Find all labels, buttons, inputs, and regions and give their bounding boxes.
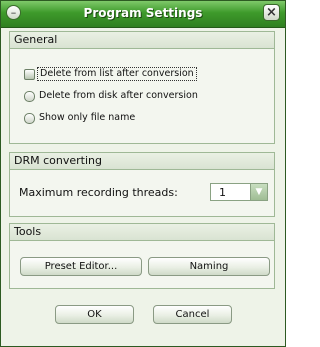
general-group: General Delete from list after conversio… xyxy=(9,31,275,144)
radio-delete-from-list[interactable] xyxy=(24,69,35,80)
threads-value: 1 xyxy=(219,186,226,199)
program-settings-window: – Program Settings × General Delete from… xyxy=(0,0,286,347)
close-icon[interactable]: × xyxy=(263,4,280,21)
option-label: Show only file name xyxy=(39,112,136,123)
general-group-title: General xyxy=(10,32,274,49)
ok-button[interactable]: OK xyxy=(55,305,134,324)
option-label: Delete from disk after conversion xyxy=(39,90,198,101)
radio-show-only-file-name[interactable] xyxy=(24,113,35,124)
radio-delete-from-disk[interactable] xyxy=(24,91,35,102)
naming-button[interactable]: Naming xyxy=(148,257,270,276)
drm-group-title: DRM converting xyxy=(10,153,274,170)
threads-label: Maximum recording threads: xyxy=(19,186,178,199)
preset-editor-button[interactable]: Preset Editor... xyxy=(20,257,142,276)
title-bar[interactable]: – Program Settings × xyxy=(1,1,285,28)
chevron-down-icon[interactable]: ▼ xyxy=(250,184,267,200)
cancel-button[interactable]: Cancel xyxy=(153,305,232,324)
window-title: Program Settings xyxy=(83,6,203,20)
tools-group-title: Tools xyxy=(10,224,274,241)
drm-group: DRM converting Maximum recording threads… xyxy=(9,152,275,217)
tools-group: Tools Preset Editor... Naming xyxy=(9,223,275,289)
threads-select[interactable]: 1 ▼ xyxy=(210,183,268,201)
option-label: Delete from list after conversion xyxy=(37,67,197,81)
